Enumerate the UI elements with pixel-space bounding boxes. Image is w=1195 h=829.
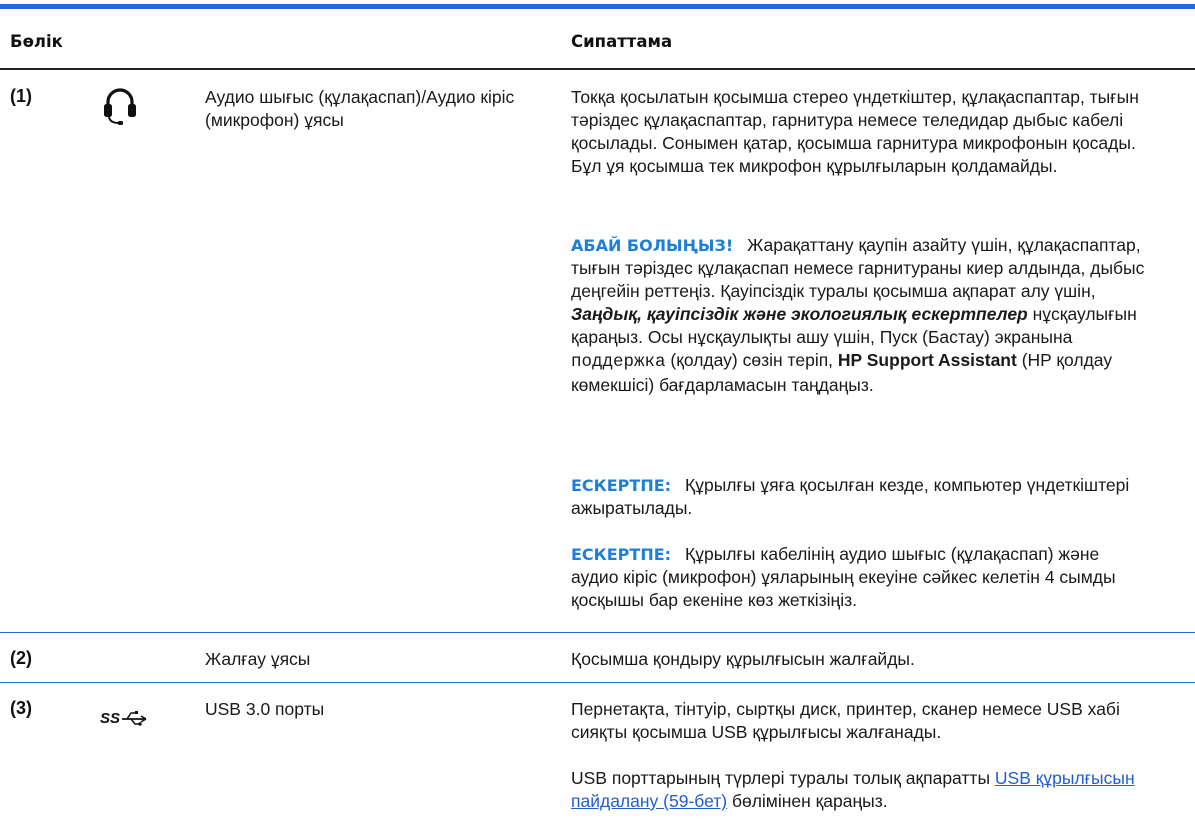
component-description: Токқа қосылатын қосымша стерео үндеткішт… bbox=[571, 87, 1139, 176]
component-name: Аудио шығыс (құлақаспап)/Аудио кіріс (ми… bbox=[205, 87, 515, 130]
component-name: Жалғау ұясы bbox=[205, 649, 311, 669]
top-accent-rule bbox=[0, 4, 1195, 9]
row-number: (3) bbox=[10, 698, 32, 718]
component-description: Пернетақта, тінтуір, сыртқы диск, принте… bbox=[571, 699, 1120, 742]
row-number: (1) bbox=[10, 86, 32, 106]
warning-label: АБАЙ БОЛЫҢЫЗ! bbox=[571, 236, 734, 255]
warning-note: АБАЙ БОЛЫҢЫЗ! Жарақаттану қаупін азайту ү… bbox=[571, 235, 1145, 395]
note-connector: ЕСКЕРТПЕ: Құрылғы кабелінің аудио шығыс (… bbox=[571, 544, 1116, 610]
usb-reference: USB порттарының түрлері туралы толық ақп… bbox=[571, 768, 1135, 811]
svg-text:SS: SS bbox=[100, 710, 120, 727]
note-speakers: ЕСКЕРТПЕ: Құрылғы ұяға қосылған кезде, ко… bbox=[571, 475, 1130, 518]
header-divider bbox=[0, 68, 1195, 70]
row-number: (2) bbox=[10, 648, 32, 668]
note-label: ЕСКЕРТПЕ: bbox=[571, 545, 672, 564]
component-name: USB 3.0 порты bbox=[205, 699, 325, 719]
column-header-description: Сипаттама bbox=[571, 32, 673, 51]
component-description: Қосымша қондыру құрылғысын жалғайды. bbox=[571, 649, 915, 669]
row-divider bbox=[0, 632, 1195, 633]
document-title: Заңдық, қауіпсіздік және экологиялық еск… bbox=[571, 304, 1028, 324]
note-label: ЕСКЕРТПЕ: bbox=[571, 476, 672, 495]
search-term: поддержка bbox=[571, 352, 666, 372]
usb-superspeed-icon: SS bbox=[100, 706, 150, 730]
headset-icon bbox=[100, 84, 140, 126]
app-name: HP Support Assistant bbox=[837, 350, 1017, 370]
column-header-part: Бөлік bbox=[10, 32, 63, 51]
row-divider bbox=[0, 682, 1195, 683]
